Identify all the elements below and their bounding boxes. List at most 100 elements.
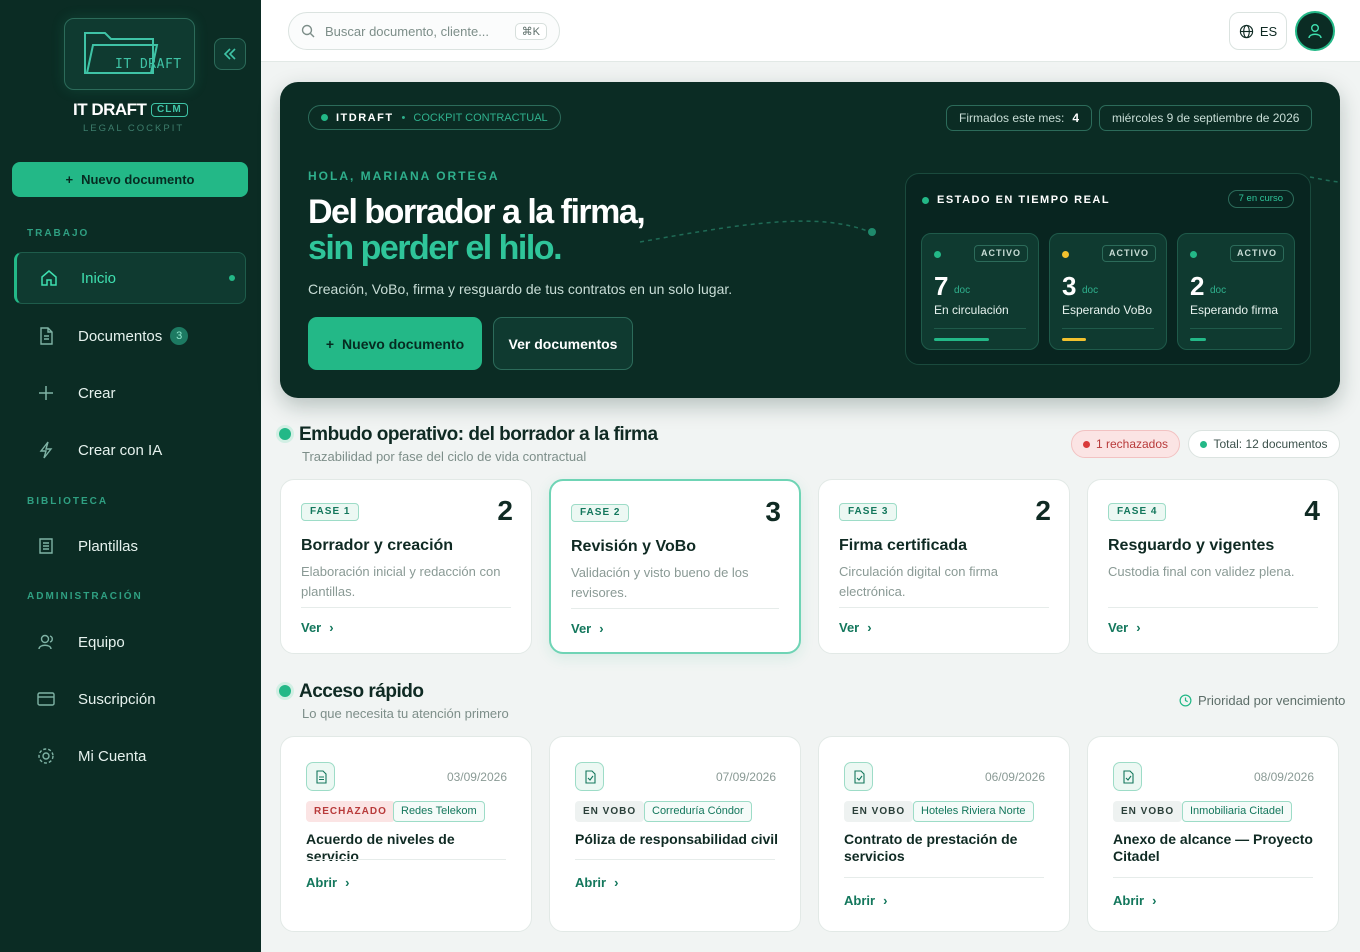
sidebar-item-inicio[interactable]: Inicio: [14, 252, 246, 304]
priority-label: Prioridad por vencimiento: [1198, 693, 1346, 708]
brand-name: IT DRAFT: [73, 100, 147, 119]
document-icon: [14, 326, 78, 346]
priority-sort[interactable]: Prioridad por vencimiento: [1179, 693, 1345, 708]
sidebar-item-equipo[interactable]: Equipo: [14, 616, 246, 668]
divider: [1062, 328, 1154, 329]
sidebar: IT DRAFT IT DRAFT CLM LEGAL COCKPIT + Nu…: [0, 0, 261, 952]
collapse-sidebar-button[interactable]: [214, 38, 246, 70]
brand-badge: CLM: [151, 103, 188, 117]
topbar: Buscar documento, cliente... ⌘K ES: [261, 0, 1360, 62]
hero-new-document-label: Nuevo documento: [342, 335, 465, 352]
phase-count: 2: [497, 495, 513, 526]
sidebar-item-suscripcion[interactable]: Suscripción: [14, 673, 246, 725]
home-icon: [17, 268, 81, 288]
realtime-status-panel: ESTADO EN TIEMPO REAL 7 en curso ACTIVO …: [905, 173, 1311, 365]
phase-view-link[interactable]: Ver ›: [839, 620, 872, 635]
phase-description: Circulación digital con firma electrónic…: [839, 564, 998, 599]
search-placeholder: Buscar documento, cliente...: [325, 23, 490, 39]
client-tag: Inmobiliaria Citadel: [1182, 801, 1292, 822]
status-label: Esperando firma: [1190, 303, 1279, 317]
language-button[interactable]: ES: [1229, 12, 1287, 50]
open-link[interactable]: Abrir ›: [575, 875, 618, 890]
view-documents-button[interactable]: Ver documentos: [493, 317, 633, 370]
open-link[interactable]: Abrir ›: [1113, 893, 1156, 908]
status-unit: doc: [954, 285, 971, 296]
sidebar-new-document-button[interactable]: + Nuevo documento: [12, 162, 248, 197]
hero-headline-1: Del borrador a la firma,: [308, 193, 646, 231]
sidebar-item-label: Documentos: [78, 327, 163, 345]
chevron-right-icon: ›: [614, 875, 619, 890]
document-date: 08/09/2026: [1253, 770, 1314, 784]
status-tag: ACTIVO: [973, 245, 1028, 262]
status-count: 3: [1062, 271, 1077, 301]
document-title: Contrato de prestación de servicios: [844, 831, 1018, 864]
sidebar-item-crear[interactable]: Crear: [14, 367, 246, 419]
funnel-title: Embudo operativo: del borrador a la firm…: [299, 424, 658, 445]
phase-card-1[interactable]: FASE 1 2 Borrador y creación Elaboración…: [280, 479, 532, 654]
sidebar-item-plantillas[interactable]: Plantillas: [14, 520, 246, 572]
globe-icon: [1239, 24, 1253, 38]
sidebar-item-crear-con-ia[interactable]: Crear con IA: [14, 424, 246, 476]
phase-view-link[interactable]: Ver ›: [571, 621, 604, 636]
divider: [934, 328, 1026, 329]
sidebar-item-label: Equipo: [78, 633, 125, 651]
quick-card-2[interactable]: 07/09/2026 EN VOBO Correduría Cóndor Pól…: [549, 736, 801, 932]
phase-view-label: Ver: [571, 621, 592, 636]
status-tag: ACTIVO: [1229, 245, 1284, 262]
phase-view-link[interactable]: Ver ›: [301, 620, 334, 635]
sidebar-item-mi-cuenta[interactable]: Mi Cuenta: [14, 730, 246, 782]
phase-card-3[interactable]: FASE 3 2 Firma certificada Circulación d…: [818, 479, 1070, 654]
status-badge: EN VOBO: [1113, 801, 1183, 822]
phase-tag: FASE 4: [1108, 503, 1167, 521]
phase-card-2[interactable]: FASE 2 3 Revisión y VoBo Validación y vi…: [549, 479, 801, 654]
divider: [1108, 607, 1318, 608]
phase-tag: FASE 1: [301, 503, 360, 521]
active-dot: [229, 275, 235, 281]
client-tag: Hoteles Riviera Norte: [913, 801, 1034, 822]
phase-card-4[interactable]: FASE 4 4 Resguardo y vigentes Custodia f…: [1087, 479, 1339, 654]
date-chip: miércoles 9 de septiembre de 2026: [1099, 105, 1313, 131]
status-count: 7: [934, 271, 949, 301]
template-icon: [14, 536, 78, 556]
chevron-right-icon: ›: [345, 875, 350, 890]
quick-card-4[interactable]: 08/09/2026 EN VOBO Inmobiliaria Citadel …: [1087, 736, 1339, 932]
quick-access-subtitle: Lo que necesita tu atención primero: [302, 706, 509, 721]
phase-view-link[interactable]: Ver ›: [1108, 620, 1141, 635]
section-dot: [279, 685, 291, 697]
quick-card-3[interactable]: 06/09/2026 EN VOBO Hoteles Riviera Norte…: [818, 736, 1070, 932]
sidebar-item-label: Mi Cuenta: [78, 747, 147, 765]
sidebar-item-label: Crear con IA: [78, 441, 163, 459]
document-check-icon: [1113, 762, 1142, 791]
hero-banner: ITDRAFT • COCKPIT CONTRACTUAL Firmados e…: [280, 82, 1340, 398]
status-unit: doc: [1082, 285, 1099, 296]
status-card-waiting-vobo[interactable]: ACTIVO 3 doc Esperando VoBo: [1049, 233, 1167, 350]
status-card-waiting-signature[interactable]: ACTIVO 2 doc Esperando firma: [1177, 233, 1295, 350]
brand-subtitle: LEGAL COCKPIT: [83, 123, 185, 134]
divider: [301, 607, 511, 608]
open-link[interactable]: Abrir ›: [844, 893, 887, 908]
sidebar-item-label: Crear: [78, 384, 116, 402]
quick-card-1[interactable]: 03/09/2026 RECHAZADO Redes Telekom Acuer…: [280, 736, 532, 932]
divider: [1190, 328, 1282, 329]
status-label: En circulación: [934, 303, 1009, 317]
phase-description: Custodia final con validez plena.: [1108, 564, 1295, 579]
plus-icon: [14, 383, 78, 403]
status-label: Esperando VoBo: [1062, 303, 1153, 317]
rejected-badge[interactable]: 1 rechazados: [1071, 430, 1180, 458]
total-badge: Total: 12 documentos: [1188, 430, 1340, 458]
sidebar-item-label: Plantillas: [78, 537, 139, 555]
search-input[interactable]: Buscar documento, cliente... ⌘K: [288, 12, 560, 50]
phase-tag: FASE 2: [571, 504, 630, 522]
user-icon: [1308, 24, 1322, 39]
hero-new-document-button[interactable]: + Nuevo documento: [308, 317, 482, 370]
section-dot: [279, 428, 291, 440]
chevron-right-icon: ›: [1136, 620, 1141, 635]
open-label: Abrir: [1113, 893, 1145, 908]
sidebar-item-documentos[interactable]: Documentos 3: [14, 310, 246, 362]
plus-icon: +: [65, 172, 74, 187]
status-card-circulation[interactable]: ACTIVO 7 doc En circulación: [921, 233, 1039, 350]
live-dot: [922, 196, 929, 204]
status-panel-title: ESTADO EN TIEMPO REAL: [922, 194, 1110, 206]
open-link[interactable]: Abrir ›: [306, 875, 349, 890]
avatar[interactable]: [1295, 11, 1335, 51]
